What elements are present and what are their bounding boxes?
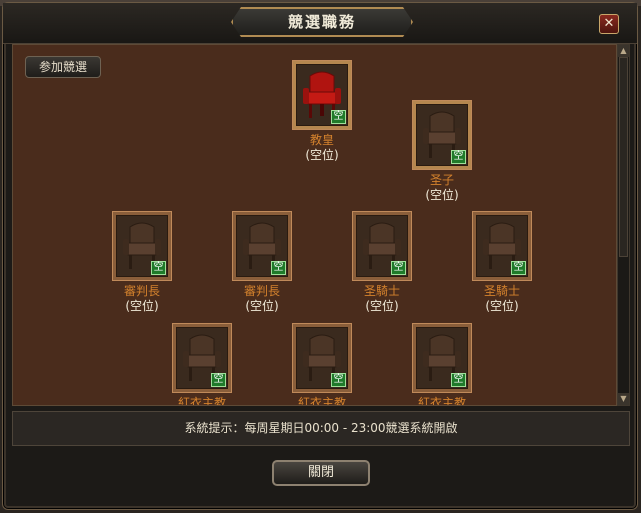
seat-frame: 空 xyxy=(113,212,171,280)
seat-frame: 空 xyxy=(473,212,531,280)
empty-badge: 空 xyxy=(271,261,286,275)
seat-frame: 空 xyxy=(293,324,351,392)
vertical-scrollbar[interactable]: ▲ ▼ xyxy=(617,44,630,406)
empty-badge: 空 xyxy=(151,261,166,275)
empty-badge: 空 xyxy=(511,261,526,275)
join-election-button[interactable]: 参加競選 xyxy=(25,56,101,78)
empty-badge: 空 xyxy=(451,373,466,387)
empty-badge: 空 xyxy=(451,150,466,164)
seat-status: (空位) xyxy=(245,299,279,313)
seat-name: 紅衣主教 xyxy=(297,396,346,406)
seat-frame: 空 xyxy=(413,324,471,392)
seat-status: (空位) xyxy=(305,148,339,162)
seat-frame: 空 xyxy=(173,324,231,392)
seat-frame: 空 xyxy=(413,101,471,169)
seat-status: (空位) xyxy=(365,299,399,313)
system-notice: 系統提示：每周星期日00:00 - 23:00競選系統開啟 xyxy=(12,411,630,446)
seat-frame: 空 xyxy=(233,212,291,280)
close-button[interactable]: 關閉 xyxy=(272,460,370,486)
scroll-up-icon[interactable]: ▲ xyxy=(618,45,629,57)
seat-name: 紅衣主教 xyxy=(177,396,226,406)
seat-status: (空位) xyxy=(125,299,159,313)
empty-badge: 空 xyxy=(331,373,346,387)
title-bar: 競選職務 ✕ xyxy=(3,3,637,44)
seat-panel: 参加競選 空 教皇 (空位) 空 圣子 (空位) 空 審判長 (空位) 空 審判… xyxy=(12,44,617,406)
empty-badge: 空 xyxy=(331,110,346,124)
window-title: 競選職務 xyxy=(287,13,356,31)
close-icon[interactable]: ✕ xyxy=(599,14,619,34)
seat-frame: 空 xyxy=(293,61,351,129)
scroll-down-icon[interactable]: ▼ xyxy=(618,393,629,405)
seat-name: 紅衣主教 xyxy=(417,396,466,406)
empty-badge: 空 xyxy=(391,261,406,275)
seat-status: (空位) xyxy=(425,188,459,202)
empty-badge: 空 xyxy=(211,373,226,387)
scroll-thumb[interactable] xyxy=(619,57,628,257)
seat-status: (空位) xyxy=(485,299,519,313)
seat-frame: 空 xyxy=(353,212,411,280)
election-window: 競選職務 ✕ 参加競選 空 教皇 (空位) 空 圣子 (空位) 空 審判長 (空… xyxy=(2,2,638,510)
